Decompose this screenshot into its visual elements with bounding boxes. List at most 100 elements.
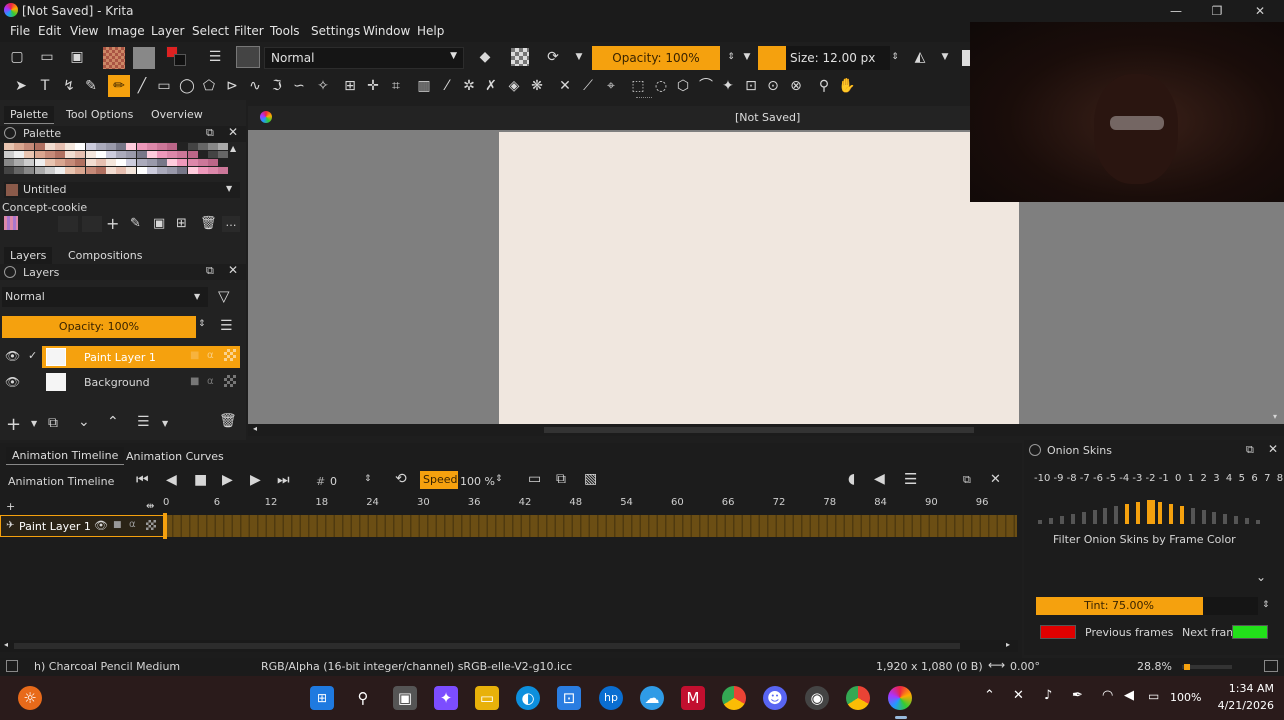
onion-opacity-bar[interactable]	[1201, 510, 1206, 524]
more-icon[interactable]: …	[222, 216, 240, 232]
palette-collapse-icon[interactable]	[4, 127, 16, 139]
tab-palette[interactable]: Palette	[4, 106, 55, 124]
toolbar-handle[interactable]	[636, 97, 652, 99]
chevron-down-icon[interactable]: ▼	[570, 48, 588, 66]
palette-scroll-icon[interactable]: ▲	[230, 144, 236, 153]
duplicate-layer-icon[interactable]: ⧉	[48, 415, 58, 431]
palette-swatch[interactable]	[177, 151, 188, 158]
preserve-alpha-icon[interactable]	[511, 48, 529, 66]
palette-swatch[interactable]	[14, 167, 25, 174]
network-off-icon[interactable]: ✕	[1013, 688, 1024, 703]
status-colorspace[interactable]: RGB/Alpha (16-bit integer/channel) sRGB-…	[261, 660, 572, 673]
palette-swatch[interactable]	[167, 143, 178, 150]
clock-time[interactable]: 1:34 AM	[1222, 682, 1274, 695]
tab-overview[interactable]: Overview	[145, 106, 209, 123]
status-zoom[interactable]: 28.8%	[1137, 660, 1172, 673]
background-color-swatch[interactable]	[174, 54, 186, 66]
checkmark-icon[interactable]: ✓	[28, 349, 37, 362]
onion-opacity-bar[interactable]	[1125, 504, 1130, 524]
menu-edit[interactable]: Edit	[38, 24, 61, 38]
ellipse-tool-icon[interactable]: ◯	[178, 77, 196, 95]
edit-shapes-tool-icon[interactable]: ↯	[60, 77, 78, 95]
transform-tool-icon[interactable]: ⊞	[341, 77, 359, 95]
grid-icon[interactable]: ⊞	[176, 216, 187, 231]
palette-swatch[interactable]	[146, 151, 157, 158]
palette-swatch[interactable]	[24, 159, 35, 166]
alpha-icon[interactable]: α	[207, 350, 214, 361]
onion-skin-icon[interactable]: ◖	[848, 471, 855, 487]
float-icon[interactable]: ⧉	[963, 473, 971, 487]
palette-swatch[interactable]	[4, 151, 14, 158]
add-layer-icon[interactable]: +	[6, 414, 21, 435]
onion-opacity-bar[interactable]	[1103, 508, 1108, 524]
onion-opacity-bar[interactable]	[1147, 500, 1155, 524]
freehand-path-tool-icon[interactable]: ℑ	[268, 77, 286, 95]
mirror-horizontal-icon[interactable]: ◭	[911, 48, 929, 66]
smart-patch-tool-icon[interactable]: ✗	[482, 77, 500, 95]
brush-preview-icon[interactable]	[6, 660, 18, 672]
menu-tools[interactable]: Tools	[270, 24, 300, 38]
palette-swatch[interactable]	[85, 151, 96, 158]
palette-swatch[interactable]	[4, 159, 14, 166]
menu-image[interactable]: Image	[107, 24, 145, 38]
palette-swatch[interactable]	[55, 143, 65, 150]
add-track-icon[interactable]: +	[6, 500, 15, 513]
new-document-icon[interactable]: ▢	[8, 48, 26, 66]
palette-swatch[interactable]	[146, 167, 157, 174]
onion-opacity-bar[interactable]	[1059, 516, 1064, 524]
palette-swatch[interactable]	[106, 167, 116, 174]
palette-swatch[interactable]	[116, 159, 127, 166]
scroll-left-icon[interactable]: ◂	[4, 640, 8, 649]
next-frame-icon[interactable]: ▶	[250, 472, 261, 488]
palette-swatch[interactable]	[116, 143, 127, 150]
tab-tool-options[interactable]: Tool Options	[60, 106, 139, 123]
menu-file[interactable]: File	[10, 24, 30, 38]
palette-swatch[interactable]	[126, 167, 137, 174]
battery-percent[interactable]: 100%	[1170, 691, 1201, 704]
chevron-down-icon[interactable]: ▼	[226, 184, 232, 193]
no-sound-icon[interactable]: ▧	[584, 471, 597, 487]
lock-icon[interactable]: ■	[190, 350, 199, 361]
dynamic-brush-tool-icon[interactable]: ∽	[290, 77, 308, 95]
frame-cells[interactable]	[165, 515, 1017, 537]
chrome-profile-icon[interactable]	[846, 686, 870, 710]
palette-swatch[interactable]	[85, 159, 96, 166]
tab-layers[interactable]: Layers	[4, 247, 53, 265]
inherit-alpha-icon[interactable]	[146, 520, 156, 530]
palette-swatch[interactable]	[157, 151, 167, 158]
palette-grid-icon[interactable]	[4, 216, 18, 230]
chrome-icon[interactable]	[722, 686, 746, 710]
calligraphy-tool-icon[interactable]: ✎	[82, 77, 100, 95]
float-icon[interactable]: ⧉	[206, 126, 214, 140]
move-tool-icon[interactable]: ✛	[364, 77, 382, 95]
palette-swatch[interactable]	[116, 167, 127, 174]
palette-swatch[interactable]	[55, 167, 65, 174]
palette-swatch[interactable]	[187, 159, 198, 166]
palette-swatch[interactable]	[136, 167, 147, 174]
reload-preset-icon[interactable]: ⟳	[544, 48, 562, 66]
palette-swatch[interactable]	[116, 151, 127, 158]
volume-icon[interactable]: ◀	[1124, 688, 1134, 703]
trash-icon[interactable]: 🗑	[200, 216, 217, 231]
palette-swatch[interactable]	[34, 151, 45, 158]
palette-swatch[interactable]	[208, 143, 218, 150]
polyline-tool-icon[interactable]: ⊳	[223, 77, 241, 95]
discord-icon[interactable]: ☻	[763, 686, 787, 710]
edge-browser-icon[interactable]: ◐	[516, 686, 540, 710]
palette-swatch[interactable]	[44, 143, 55, 150]
onion-opacity-bar[interactable]	[1157, 502, 1162, 524]
speed-value[interactable]: 100 %	[460, 475, 495, 488]
palette-swatch[interactable]	[208, 159, 218, 166]
crop-tool-icon[interactable]: ⌗	[387, 77, 405, 95]
last-frame-icon[interactable]: ⏭	[277, 472, 290, 488]
minimize-button[interactable]: —	[1168, 3, 1184, 19]
tray-overflow-icon[interactable]: ⌃	[984, 688, 995, 703]
close-icon[interactable]: ✕	[1268, 442, 1278, 456]
playhead[interactable]	[163, 513, 167, 539]
onion-opacity-bar[interactable]	[1038, 520, 1042, 524]
pattern-preset-icon[interactable]	[133, 47, 155, 69]
filter-icon[interactable]: ▽	[218, 287, 230, 305]
next-frames-color-swatch[interactable]	[1232, 625, 1268, 639]
onion-opacity-bar[interactable]	[1245, 518, 1250, 524]
tab-compositions[interactable]: Compositions	[62, 247, 148, 264]
